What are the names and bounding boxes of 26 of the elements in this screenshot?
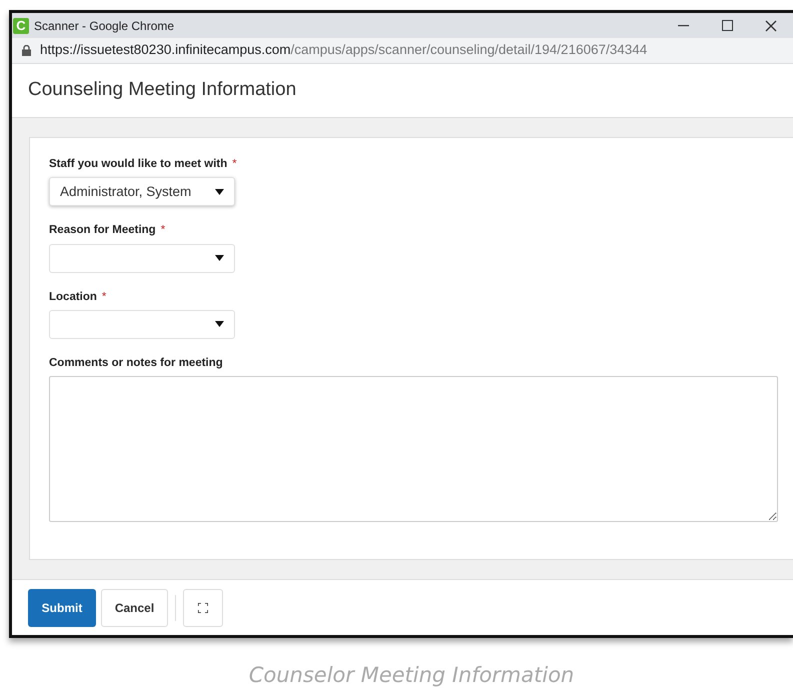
field-label: Location: [49, 290, 97, 304]
dropdown-field[interactable]: Administrator, System: [49, 177, 235, 206]
minimize-icon[interactable]: [678, 24, 688, 26]
window-title: Scanner - Google Chrome: [34, 18, 174, 34]
caret-icon: [215, 321, 224, 328]
page-title: Counseling Meeting Information: [28, 78, 296, 102]
comments-field[interactable]: [49, 376, 778, 522]
caption: Counselor Meeting Information: [248, 662, 576, 689]
required-mark: *: [160, 223, 166, 238]
dropdown-field[interactable]: [49, 244, 235, 272]
app-icon: C: [13, 18, 29, 34]
lock-icon: [22, 45, 31, 56]
fullscreen-button[interactable]: [183, 588, 223, 626]
required-mark: *: [102, 290, 106, 304]
required-mark: *: [232, 157, 237, 172]
field-label: Comments or notes for meeting: [49, 356, 223, 371]
dropdown-field[interactable]: [49, 310, 235, 339]
caret-icon: [215, 255, 224, 261]
submit-button[interactable]: Submit: [28, 588, 96, 626]
field-label: Reason for Meeting: [49, 223, 156, 238]
field-label: Staff you would like to meet with: [49, 157, 228, 172]
maximize-icon[interactable]: [722, 20, 732, 31]
caret-icon: [215, 188, 224, 195]
fullscreen-icon: [198, 602, 208, 612]
close-icon[interactable]: [765, 20, 777, 32]
cancel-button[interactable]: Cancel: [101, 588, 168, 626]
